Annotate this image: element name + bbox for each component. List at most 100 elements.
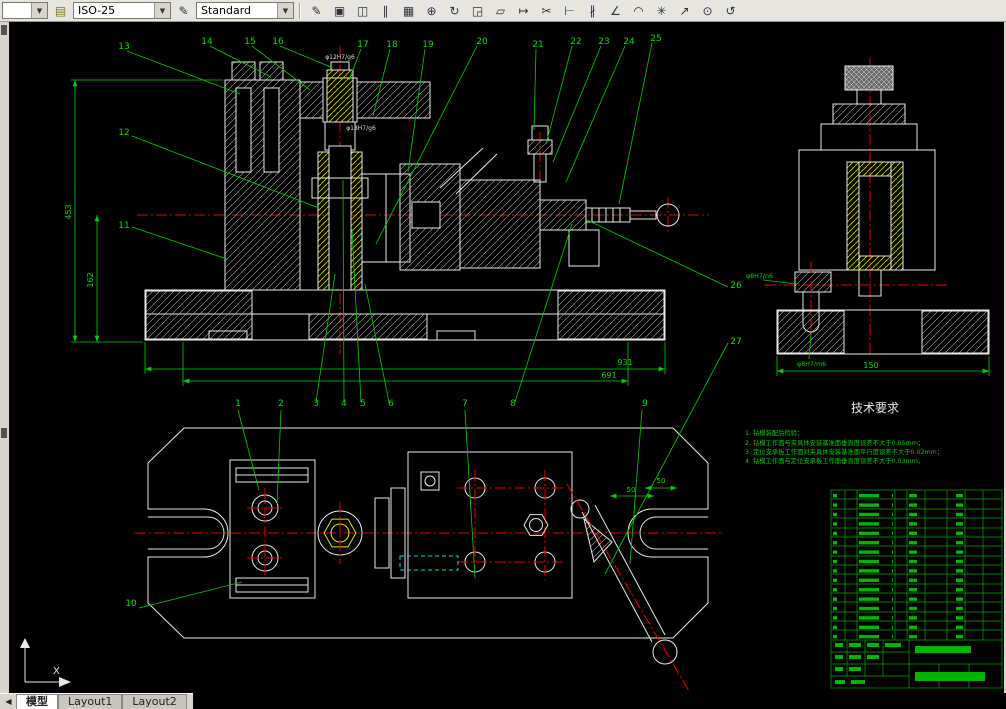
tab-model[interactable]: 模型	[16, 694, 58, 709]
tech-req-line: 3. 定位支承板工作面对夹具体安装基准面平行度误差不大于0.02mm；	[745, 447, 943, 456]
chamfer-button[interactable]: ∠	[605, 1, 626, 20]
dim-style-icon: ▤	[54, 3, 67, 18]
chevron-down-icon[interactable]: ▼	[154, 3, 170, 18]
dim-side-base: 150	[863, 361, 878, 370]
rotate-button[interactable]: ↻	[444, 1, 465, 20]
center-mark-button[interactable]: ⊙	[697, 1, 718, 20]
explode-button[interactable]: ✳	[651, 1, 672, 20]
leader-button[interactable]: ↗	[674, 1, 695, 20]
toolbar-separator	[299, 2, 301, 19]
dim-total-width: 931	[617, 358, 632, 367]
balloon-label: 9	[642, 399, 648, 409]
offset-button[interactable]: ∥	[375, 1, 396, 20]
tab-layout2[interactable]: Layout2	[122, 694, 187, 709]
dim-update-icon: ↺	[725, 3, 736, 18]
fillet-icon: ◠	[633, 3, 644, 18]
front-section-view: φ12H7/g6 φ18H7/g6 931 691 453 162	[64, 46, 709, 386]
text-style-combo[interactable]: Standard ▼	[196, 2, 294, 19]
array-icon: ▦	[402, 3, 415, 18]
copy-button[interactable]: ▣	[329, 1, 350, 20]
balloon-label: 11	[118, 221, 129, 231]
toolbar-grip[interactable]	[1, 428, 7, 438]
side-detail-view: φ8H7/n6 φ8H7/m6 150	[746, 58, 990, 376]
mirror-button[interactable]: ◫	[352, 1, 373, 20]
pin-flange	[794, 271, 832, 293]
model-space-canvas[interactable]: φ12H7/g6 φ18H7/g6 931 691 453 162 50 50 …	[9, 22, 1004, 697]
stretch-button[interactable]: ▱	[490, 1, 511, 20]
fillet-button[interactable]: ◠	[628, 1, 649, 20]
toolbar-grip[interactable]	[1, 25, 7, 35]
dim-style-combo[interactable]: ISO-25 ▼	[73, 2, 171, 19]
scale-button[interactable]: ◲	[467, 1, 488, 20]
tech-req-line: 2. 钻模工作面与夹具体安装基准面垂直度误差不大于0.05mm；	[745, 438, 924, 447]
drill-bushing	[326, 69, 354, 123]
array-button[interactable]: ▦	[398, 1, 419, 20]
tech-req-line: 1. 钻模装配后检验；	[745, 428, 803, 437]
break-button[interactable]: ∦	[582, 1, 603, 20]
trim-icon: ✂	[541, 3, 552, 18]
tab-layout1[interactable]: Layout1	[58, 694, 123, 709]
lengthen-button[interactable]: ↦	[513, 1, 534, 20]
balloon-label: 15	[244, 37, 255, 47]
balloon-label: 2	[278, 399, 284, 409]
technical-requirements: 技术要求 1. 钻模装配后检验； 2. 钻模工作面与夹具体安装基准面垂直度误差不…	[745, 401, 943, 465]
chevron-down-icon[interactable]: ▼	[277, 3, 293, 18]
mirror-icon: ◫	[356, 3, 369, 18]
balloon-label: 18	[386, 40, 398, 50]
fit-label: φ8H7/n6	[746, 273, 773, 280]
balloon-label: 26	[730, 281, 742, 291]
balloon-label: 4	[341, 399, 347, 409]
balloon-label: 16	[272, 37, 284, 47]
balloon-label: 1	[235, 399, 241, 409]
lengthen-icon: ↦	[518, 3, 529, 18]
balloon-label: 13	[118, 42, 129, 52]
balloon-label: 22	[570, 37, 581, 47]
balloon-label: 3	[313, 399, 319, 409]
break-icon: ∦	[589, 3, 596, 18]
balloon-label: 21	[532, 40, 543, 50]
title-block-text	[835, 643, 985, 684]
balloon-label: 17	[357, 40, 368, 50]
dim-update-button[interactable]: ↺	[720, 1, 741, 20]
center-mark-icon: ⊙	[702, 3, 713, 18]
dim-plan-a: 50	[627, 486, 636, 494]
balloon-label: 27	[730, 337, 741, 347]
balloon-label: 14	[201, 37, 213, 47]
balloon-label: 19	[422, 40, 434, 50]
cad-application-window: ▼ ▤ ISO-25 ▼ ✎ Standard ▼ ✎ ▣ ◫ ∥ ▦ ⊕ ↻ …	[0, 0, 1006, 709]
move-button[interactable]: ⊕	[421, 1, 442, 20]
clamp-handle	[566, 483, 693, 697]
balloon-label: 24	[623, 37, 635, 47]
text-style-manager-button[interactable]: ✎	[173, 1, 194, 20]
chevron-down-icon[interactable]: ▼	[31, 3, 47, 18]
locating-plate	[229, 459, 316, 599]
extend-button[interactable]: ⊢	[559, 1, 580, 20]
tab-nav-icon: ◀	[5, 697, 12, 706]
tab-nav-button[interactable]: ◀	[1, 694, 16, 709]
balloon-label: 20	[476, 37, 488, 47]
dim-style-combo-value: ISO-25	[78, 4, 116, 17]
ucs-icon: X	[20, 638, 71, 687]
layer-combo[interactable]: ▼	[2, 2, 48, 19]
dim-style-manager-button[interactable]: ▤	[50, 1, 71, 20]
plan-view: 50 50	[135, 427, 721, 697]
move-icon: ⊕	[426, 3, 437, 18]
explode-icon: ✳	[656, 3, 667, 18]
dim-left-height2: 162	[86, 272, 95, 287]
fit-label: φ12H7/g6	[325, 54, 355, 61]
text-style-combo-value: Standard	[201, 4, 252, 17]
trim-button[interactable]: ✂	[536, 1, 557, 20]
drill-plate	[299, 81, 431, 119]
erase-button[interactable]: ✎	[306, 1, 327, 20]
tab-cluster: ◀ 模型 Layout1 Layout2	[0, 693, 193, 709]
clamp-block	[459, 179, 541, 269]
top-toolbar: ▼ ▤ ISO-25 ▼ ✎ Standard ▼ ✎ ▣ ◫ ∥ ▦ ⊕ ↻ …	[0, 0, 1006, 22]
parts-list-table	[830, 489, 1003, 689]
balloon-label: 10	[125, 599, 137, 609]
tech-req-title: 技术要求	[851, 401, 899, 415]
assembly-drawing-svg: φ12H7/g6 φ18H7/g6 931 691 453 162 50 50 …	[20, 34, 1003, 697]
rotate-icon: ↻	[449, 3, 460, 18]
dim-plan-b: 50	[657, 477, 666, 485]
fit-label: φ8H7/m6	[797, 361, 826, 368]
tech-req-line: 4. 钻模工作面与定位支承板工作面垂直度误差不大于0.03mm。	[745, 456, 924, 465]
